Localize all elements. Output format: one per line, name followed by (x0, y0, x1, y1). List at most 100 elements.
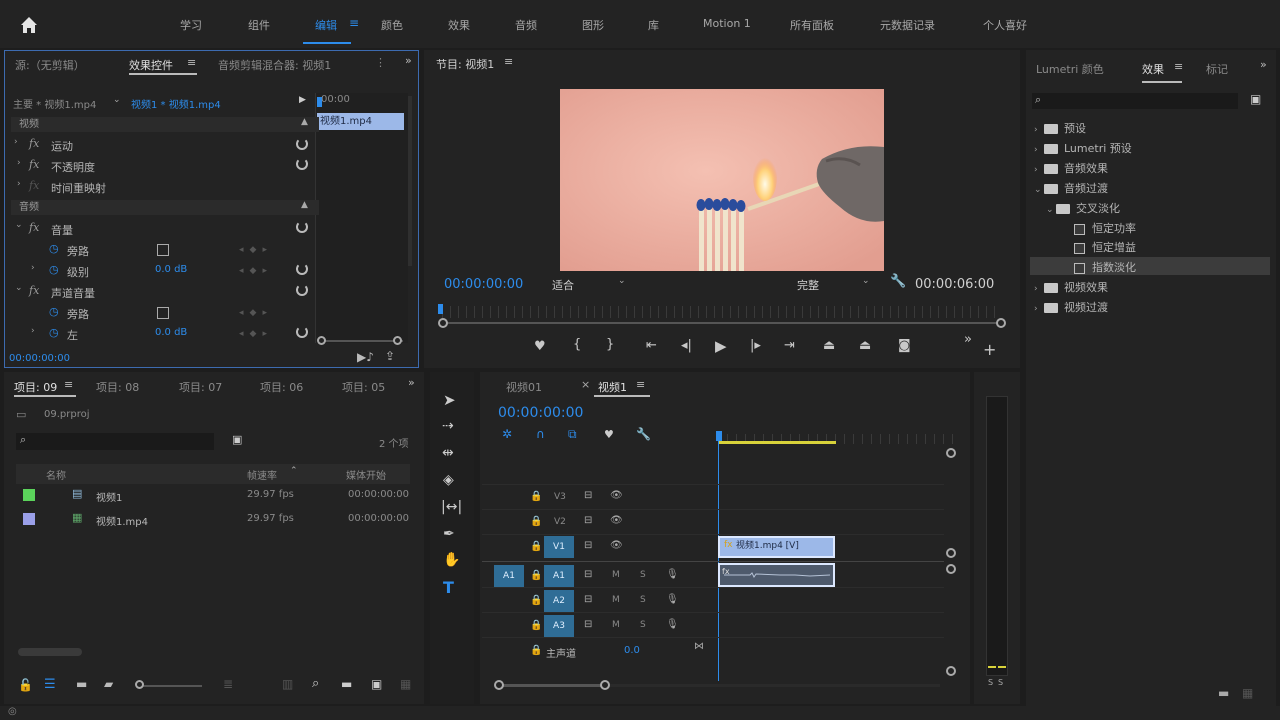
stopwatch-icon[interactable]: ◷ (49, 305, 59, 318)
reset-icon[interactable] (296, 284, 308, 296)
mute-button[interactable]: M (612, 570, 620, 580)
workspace-tab-motion[interactable]: Motion 1 (703, 17, 751, 30)
effects-tree-item[interactable]: › Lumetri 预设 (1034, 140, 1132, 156)
new-bin-icon[interactable]: ▬ (341, 677, 352, 691)
timeline-timecode[interactable]: 00:00:00:00 (498, 405, 583, 421)
zoom-handle-left[interactable] (438, 318, 448, 328)
scroll-handle[interactable] (946, 564, 956, 574)
track-target[interactable]: A3 (544, 615, 574, 637)
ec-timecode[interactable]: 00:00:00:00 (9, 353, 70, 364)
tab-project-06[interactable]: 项目: 06 (260, 379, 303, 395)
reset-icon[interactable] (296, 221, 308, 233)
collapse-chevron-icon[interactable]: ⌄ (1046, 205, 1056, 215)
left-channel-value[interactable]: 0.0 dB (155, 327, 187, 338)
export-frame-icon[interactable]: ◙ (898, 338, 911, 353)
ec-mini-timeline[interactable] (315, 93, 408, 343)
lift-icon[interactable]: ⏏ (823, 338, 835, 353)
table-row[interactable]: ▤ 视频1 29.97 fps 00:00:00:00 (16, 486, 410, 508)
sync-lock-icon[interactable]: ⊟ (584, 569, 592, 580)
go-to-in-icon[interactable]: ⇤ (646, 338, 657, 353)
solo-left-button[interactable]: S (988, 678, 993, 687)
workspace-tab-libraries[interactable]: 库 (648, 17, 659, 33)
tab-menu-icon[interactable]: ≡ (187, 56, 196, 69)
channel-volume-row[interactable]: ⌄ fx 声道音量 (11, 283, 319, 302)
project-search-input[interactable] (16, 433, 214, 450)
solo-button[interactable]: S (640, 570, 646, 580)
table-row[interactable]: ▦ 视频1.mp4 29.97 fps 00:00:00:00 (16, 510, 410, 532)
fx-icon[interactable]: fx (29, 158, 39, 171)
workspace-tab-graphics[interactable]: 图形 (582, 17, 604, 33)
chevron-down-icon[interactable]: ⌄ (113, 95, 121, 105)
overflow-chevron-icon[interactable]: » (964, 332, 972, 347)
workspace-tab-editing[interactable]: 编辑 (315, 17, 337, 33)
stopwatch-icon[interactable]: ◷ (49, 263, 59, 276)
quality-dropdown[interactable]: 完整 (797, 277, 819, 293)
timeline-zoom-bar[interactable] (498, 684, 606, 687)
eye-icon[interactable]: 👁 (610, 515, 623, 526)
sync-lock-icon[interactable]: ⊟ (584, 540, 592, 551)
new-bin-icon[interactable]: ▬ (1218, 686, 1229, 700)
lock-icon[interactable]: 🔒 (530, 516, 542, 527)
reset-icon[interactable] (296, 158, 308, 170)
expand-chevron-icon[interactable]: › (1034, 125, 1044, 135)
home-icon[interactable] (18, 14, 40, 36)
effects-tree-item[interactable]: ⌄ 交叉淡化 (1046, 200, 1120, 216)
step-forward-icon[interactable]: |▸ (750, 338, 761, 353)
master-clip-label[interactable]: 主要 * 视频1.mp4 (13, 96, 96, 111)
fx-icon[interactable]: fx (29, 137, 39, 150)
step-back-icon[interactable]: ◂| (681, 338, 692, 353)
mark-in-icon[interactable]: { (573, 337, 581, 352)
button-editor-plus-icon[interactable]: + (983, 340, 996, 359)
track-name[interactable]: V2 (554, 517, 566, 527)
scroll-handle[interactable] (946, 448, 956, 458)
stopwatch-icon[interactable]: ◷ (49, 326, 59, 339)
linked-selection-icon[interactable]: ⧉ (568, 427, 577, 442)
collapse-up-icon[interactable]: ▲ (301, 200, 308, 210)
video-clip[interactable]: 视频1.mp4 [V] (718, 536, 835, 558)
program-current-timecode[interactable]: 00:00:00:00 (444, 277, 523, 292)
panel-menu-icon[interactable]: ≡ (504, 55, 513, 68)
delete-icon[interactable]: ▦ (1242, 686, 1253, 700)
expand-chevron-icon[interactable]: › (1034, 304, 1044, 314)
ec-zoom-bar[interactable] (321, 340, 403, 342)
chevron-down-icon[interactable]: ⌄ (618, 276, 626, 286)
expand-chevron-icon[interactable]: › (31, 326, 35, 336)
overflow-chevron-icon[interactable]: » (405, 54, 412, 67)
volume-row[interactable]: ⌄ fx 音量 (11, 220, 319, 239)
program-zoom-bar[interactable] (444, 322, 1000, 324)
workspace-menu-icon[interactable]: ≡ (349, 16, 359, 30)
new-search-bin-icon[interactable]: ▣ (232, 433, 242, 446)
label-color-swatch[interactable] (23, 489, 35, 501)
audio-clip[interactable] (718, 563, 835, 587)
nest-toggle-icon[interactable]: ✲ (502, 427, 512, 441)
collapse-chevron-icon[interactable]: ⌄ (1034, 185, 1044, 195)
effects-tree-item[interactable]: 指数淡化 (1074, 259, 1136, 275)
keyframe-nav-icon[interactable]: ◂◆▸ (239, 266, 273, 276)
effects-tree-item[interactable]: 恒定功率 (1074, 220, 1136, 236)
effects-tree-item[interactable]: › 预设 (1034, 120, 1086, 136)
go-to-out-icon[interactable]: ⇥ (784, 338, 795, 353)
item-name[interactable]: 视频1 (96, 489, 122, 504)
lock-icon[interactable]: 🔒 (530, 645, 542, 656)
solo-right-button[interactable]: S (998, 678, 1003, 687)
lock-icon[interactable]: 🔒 (530, 595, 542, 606)
new-bin-icon[interactable]: ▣ (1250, 92, 1261, 106)
overflow-chevron-icon[interactable]: » (1260, 58, 1267, 71)
list-view-icon[interactable]: ☰ (44, 677, 56, 692)
lock-icon[interactable]: 🔒 (530, 620, 542, 631)
eye-icon[interactable]: 👁 (610, 540, 623, 551)
column-name[interactable]: 名称 (46, 467, 66, 482)
tab-project-09[interactable]: 项目: 09 (14, 379, 57, 395)
tab-effect-controls[interactable]: 效果控件 (129, 57, 173, 73)
delete-icon[interactable]: ▦ (400, 677, 411, 691)
automate-icon[interactable]: ▥ (282, 677, 293, 691)
ec-zoom-handle-right[interactable] (393, 336, 402, 345)
workspace-tab-metadata[interactable]: 元数据记录 (880, 17, 935, 33)
ec-zoom-handle-left[interactable] (317, 336, 326, 345)
sync-lock-icon[interactable]: ⊟ (584, 515, 592, 526)
mark-out-icon[interactable]: } (606, 337, 614, 352)
tab-lumetri-color[interactable]: Lumetri 颜色 (1036, 61, 1104, 77)
keyframe-nav-icon[interactable]: ◂◆▸ (239, 329, 273, 339)
microphone-icon[interactable]: 🎙 (666, 619, 679, 630)
icon-view-icon[interactable]: ▬ (76, 677, 87, 691)
